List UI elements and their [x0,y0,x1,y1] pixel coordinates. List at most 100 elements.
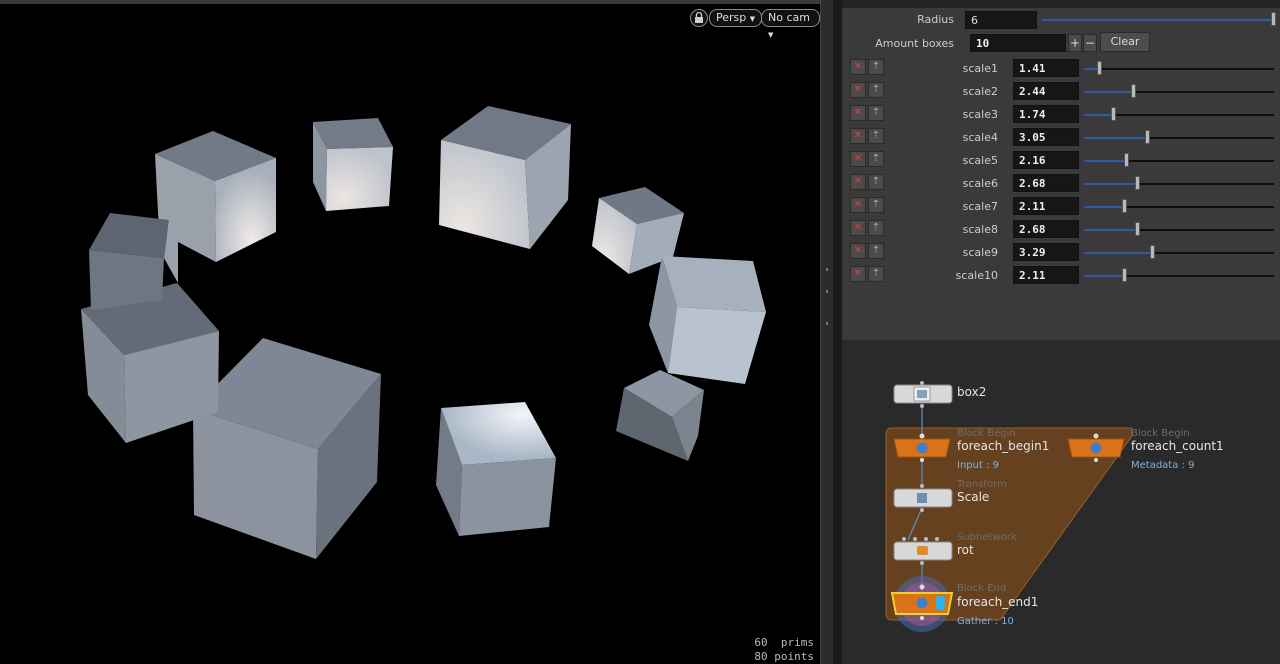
remove-box-button[interactable]: − [1083,34,1097,52]
scale-slider-track[interactable] [1124,206,1274,208]
pane-splitter[interactable] [820,0,833,664]
network-graph [885,381,1133,632]
scale-slider-handle[interactable] [1097,61,1102,75]
scale-value-field[interactable]: 2.68 [1013,174,1079,192]
prims-count: 60 [754,636,768,649]
points-stat: 80 points [754,650,814,663]
scale-value-field[interactable]: 2.68 [1013,220,1079,238]
scale-slider-track[interactable] [1113,114,1274,116]
scale-label: scale4 [962,131,998,144]
scale-slider[interactable] [1084,275,1124,277]
scale-slider-track[interactable] [1137,229,1274,231]
prims-label: prims [780,636,814,649]
scale-slider-track[interactable] [1126,160,1274,162]
points-count: 80 [754,650,768,663]
parameter-panel: Radius 6 Amount boxes 10 + − Clear ✕ ⇡ sca… [842,0,1280,340]
transform-icon [917,493,927,503]
radius-slider[interactable] [1042,19,1274,21]
scale-slider-handle[interactable] [1111,107,1116,121]
scale-slider[interactable] [1084,160,1126,162]
subnetwork-icon [917,546,928,555]
points-label: points [774,650,814,663]
foreach-end1-type: Block End [957,583,1007,594]
scale-slider[interactable] [1084,183,1137,185]
scale-value-field[interactable]: 3.05 [1013,128,1079,146]
persp-view-label: Persp [716,11,747,24]
node-box2[interactable] [893,381,953,408]
scale-value-field[interactable]: 2.11 [1013,266,1079,284]
scene-viewport[interactable]: Persp ▼ No cam ▼ 60 prims 80 points [0,0,820,664]
scale-label: scale1 [962,62,998,75]
cube-2 [313,118,393,211]
scale-slider-track[interactable] [1137,183,1274,185]
scale-slider[interactable] [1084,229,1137,231]
foreach-begin1-type: Block Begin [957,428,1016,439]
radius-slider-handle[interactable] [1271,12,1276,26]
scale-label: scale8 [962,223,998,236]
scale-slider[interactable] [1084,206,1124,208]
scale-value-field[interactable]: 3.29 [1013,243,1079,261]
scale-label: scale5 [962,154,998,167]
cube-3 [439,106,571,249]
splitter-grip [826,322,828,325]
lock-camera-button[interactable] [690,9,708,27]
dropdown-arrow-icon: ▼ [749,15,756,23]
cube-8 [193,338,381,559]
prims-stat: 60 prims [754,636,814,649]
scale-value-field[interactable]: 2.44 [1013,82,1079,100]
scale-label: scale9 [962,246,998,259]
scale-value-field[interactable]: 2.11 [1013,197,1079,215]
foreach-count1-info: Metadata : 9 [1131,460,1195,471]
splitter-grip [826,268,828,271]
camera-menu[interactable]: No cam ▼ [761,9,820,39]
scale-slider-handle[interactable] [1124,153,1129,167]
dropdown-arrow-icon: ▼ [768,31,774,39]
display-flag-icon [936,596,945,610]
scale-slider-handle[interactable] [1135,176,1140,190]
scale-value-field[interactable]: 2.16 [1013,151,1079,169]
rot-node-name: rot [957,543,974,557]
foreach-end1-info: Gather : 10 [957,616,1014,627]
scale-slider-handle[interactable] [1135,222,1140,236]
box-icon [917,390,927,398]
foreach-begin1-name: foreach_begin1 [957,439,1050,453]
amount-boxes-label: Amount boxes [875,37,954,50]
scale-slider[interactable] [1084,114,1113,116]
parameter-panel-header [842,0,1280,8]
scale-value-field[interactable]: 1.41 [1013,59,1079,77]
clear-button[interactable]: Clear [1100,32,1150,52]
scale-slider-track[interactable] [1133,91,1274,93]
persp-view-menu[interactable]: Persp ▼ [709,9,763,27]
scale-slider[interactable] [1084,252,1152,254]
box2-name: box2 [957,385,987,399]
scale-slider[interactable] [1084,137,1147,139]
cube-7 [436,402,556,536]
scale-slider-handle[interactable] [1122,199,1127,213]
camera-menu-label: No cam [768,11,810,24]
scale-label: scale6 [962,177,998,190]
node-output-dot [920,404,924,408]
scale-slider-track[interactable] [1147,137,1274,139]
add-box-button[interactable]: + [1068,34,1082,52]
scale-node-type: Transform [957,479,1007,490]
scale-slider[interactable] [1084,91,1133,93]
foreach-begin1-info: Input : 9 [957,460,999,471]
scale-slider-handle[interactable] [1145,130,1150,144]
cube-ring-scene [81,106,766,559]
scale-slider-track[interactable] [1099,68,1274,70]
scale-value-field[interactable]: 1.74 [1013,105,1079,123]
scale-slider-track[interactable] [1124,275,1274,277]
scale-slider-handle[interactable] [1150,245,1155,259]
network-editor[interactable]: box2 Block Begin foreach_begin1 Input : … [842,340,1280,664]
foreach-end1-name: foreach_end1 [957,595,1039,609]
scale-slider-track[interactable] [1152,252,1274,254]
scale-slider-handle[interactable] [1131,84,1136,98]
splitter-grip [826,290,828,293]
amount-boxes-field[interactable]: 10 [970,34,1066,52]
node-input-dot [920,381,924,385]
scale-slider-handle[interactable] [1122,268,1127,282]
lock-icon [695,11,703,23]
scale-label: scale10 [955,269,998,282]
scale-label: scale7 [962,200,998,213]
radius-field[interactable]: 6 [965,11,1037,29]
